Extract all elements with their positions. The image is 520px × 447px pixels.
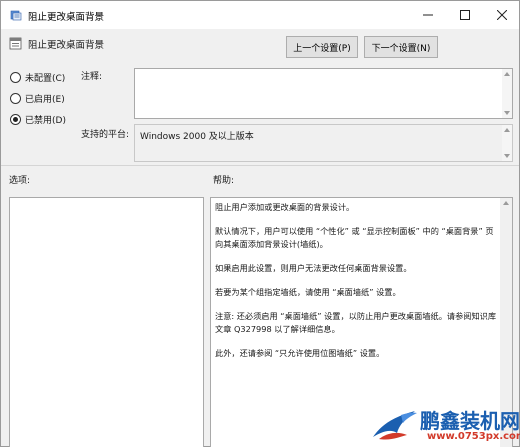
platform-value: Windows 2000 及以上版本 (140, 132, 254, 142)
scroll-down-icon[interactable] (504, 111, 510, 115)
scroll-up-icon[interactable] (504, 72, 510, 76)
policy-document-icon (9, 37, 22, 50)
not-configured-radio[interactable] (10, 72, 21, 83)
bird-logo-icon (373, 411, 417, 440)
help-text: 阻止用户添加或更改桌面的背景设计。 默认情况下，用户可以使用 “个性化” 或 “… (215, 201, 500, 371)
scroll-down-icon[interactable] (504, 154, 510, 158)
window-title: 阻止更改桌面背景 (28, 12, 105, 23)
help-label: 帮助: (213, 176, 235, 186)
help-paragraph: 若要为某个组指定墙纸，请使用 “桌面墙纸” 设置。 (215, 287, 401, 297)
close-icon (497, 10, 507, 20)
enabled-label: 已启用(E) (25, 95, 65, 105)
next-setting-button[interactable]: 下一个设置(N) (364, 36, 438, 58)
watermark-url: www.0753px.com (427, 431, 520, 442)
minimize-icon (423, 14, 433, 16)
site-watermark: 鹏鑫装机网 www.0753px.com (371, 403, 520, 447)
previous-setting-button[interactable]: 上一个设置(P) (286, 36, 358, 58)
help-paragraph: 默认情况下，用户可以使用 “个性化” 或 “显示控制面板” 中的 “桌面背景” … (215, 226, 494, 249)
scroll-up-icon[interactable] (504, 128, 510, 132)
comment-scrollbar[interactable] (502, 69, 512, 118)
scroll-up-icon[interactable] (503, 201, 509, 205)
title-bar[interactable]: 阻止更改桌面背景 (1, 1, 519, 29)
help-paragraph: 此外，还请参阅 “只允许使用位图墙纸” 设置。 (215, 348, 385, 358)
platform-label: 支持的平台: (81, 130, 130, 140)
help-paragraph: 如果启用此设置，则用户无法更改任何桌面背景设置。 (215, 263, 412, 273)
section-divider (1, 165, 519, 166)
policy-settings-icon (10, 10, 22, 21)
minimize-button[interactable] (411, 1, 445, 29)
policy-dialog-window: 阻止更改桌面背景 阻止更改桌面背景 上一个设置(P) 下一个设置(N) 未配置(… (0, 0, 520, 447)
supported-platform-field: Windows 2000 及以上版本 (134, 124, 513, 162)
maximize-button[interactable] (448, 1, 482, 29)
help-paragraph: 阻止用户添加或更改桌面的背景设计。 (215, 202, 355, 212)
watermark-brand: 鹏鑫装机网 (420, 409, 520, 433)
enabled-option[interactable]: 已启用(E) (10, 92, 65, 105)
not-configured-label: 未配置(C) (25, 74, 66, 84)
not-configured-option[interactable]: 未配置(C) (10, 71, 65, 84)
disabled-label: 已禁用(D) (25, 116, 66, 126)
options-label: 选项: (9, 176, 31, 186)
disabled-option[interactable]: 已禁用(D) (10, 113, 66, 126)
enabled-radio[interactable] (10, 93, 21, 104)
disabled-radio[interactable] (10, 114, 21, 125)
maximize-icon (460, 10, 470, 20)
comment-textarea[interactable] (134, 68, 513, 119)
platform-scrollbar[interactable] (502, 125, 512, 161)
policy-name: 阻止更改桌面背景 (28, 40, 105, 51)
options-pane (9, 197, 204, 447)
help-paragraph: 注意: 还必须启用 “桌面墙纸” 设置，以防止用户更改桌面墙纸。请参阅知识库文章… (215, 311, 497, 334)
comment-label: 注释: (81, 72, 103, 82)
close-button[interactable] (485, 1, 519, 29)
